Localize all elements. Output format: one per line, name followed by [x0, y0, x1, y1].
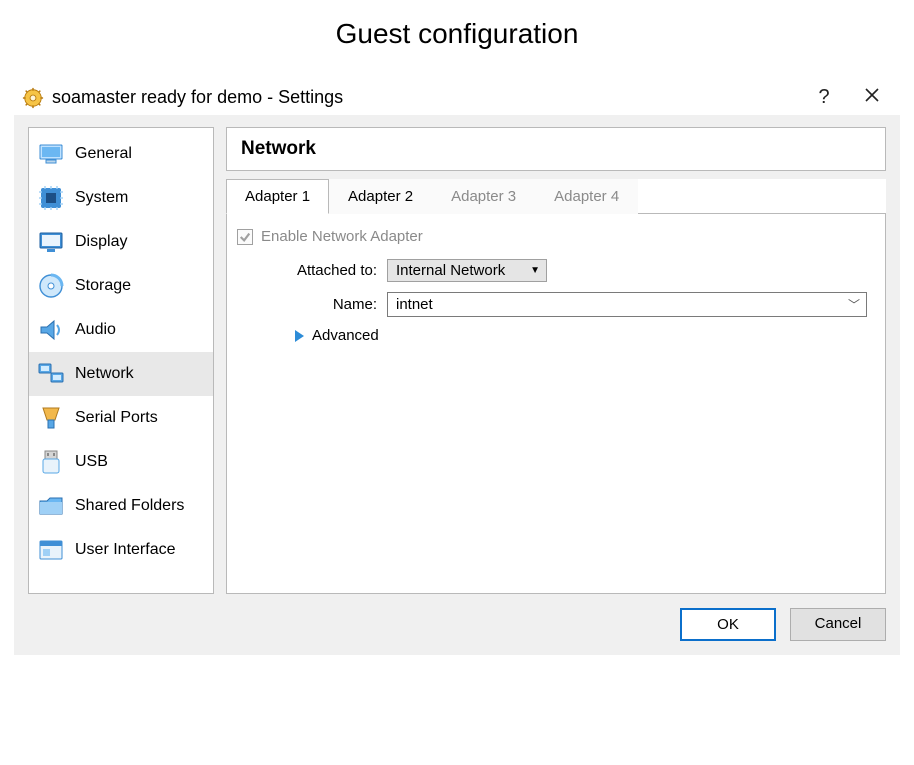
sidebar-item-label: System — [75, 189, 128, 207]
sidebar-item-label: Storage — [75, 277, 131, 295]
general-icon — [37, 140, 65, 168]
usb-icon — [37, 448, 65, 476]
chevron-down-icon: ▼ — [530, 265, 540, 276]
attached-to-dropdown[interactable]: Internal Network ▼ — [387, 259, 547, 282]
enable-adapter-checkbox[interactable] — [237, 229, 253, 245]
sidebar-item-storage[interactable]: Storage — [29, 264, 213, 308]
display-icon — [37, 228, 65, 256]
content-area: Network Adapter 1 Adapter 2 Adapter 3 Ad… — [226, 127, 886, 594]
sidebar-item-label: Serial Ports — [75, 409, 158, 427]
name-label: Name: — [237, 296, 387, 313]
help-button[interactable]: ? — [804, 86, 844, 109]
sidebar-item-label: Audio — [75, 321, 116, 339]
dialog-body: General System Display — [14, 115, 900, 655]
sidebar-item-usb[interactable]: USB — [29, 440, 213, 484]
tab-adapter-2[interactable]: Adapter 2 — [329, 179, 432, 214]
close-button[interactable] — [852, 86, 892, 109]
ok-button[interactable]: OK — [680, 608, 776, 641]
user-interface-icon — [37, 536, 65, 564]
shared-folders-icon — [37, 492, 65, 520]
sidebar-item-label: User Interface — [75, 541, 175, 559]
dialog-buttons: OK Cancel — [28, 608, 886, 641]
sidebar-item-label: USB — [75, 453, 108, 471]
chevron-down-icon: ﹀ — [848, 296, 860, 313]
adapter-panel: Enable Network Adapter Attached to: Inte… — [226, 214, 886, 594]
enable-adapter-label: Enable Network Adapter — [261, 228, 423, 245]
page-heading: Guest configuration — [0, 18, 914, 50]
sidebar-item-general[interactable]: General — [29, 132, 213, 176]
attached-to-label: Attached to: — [237, 262, 387, 279]
tab-adapter-3: Adapter 3 — [432, 179, 535, 214]
sidebar-item-audio[interactable]: Audio — [29, 308, 213, 352]
sidebar-item-serial-ports[interactable]: Serial Ports — [29, 396, 213, 440]
tab-adapter-1[interactable]: Adapter 1 — [226, 179, 329, 214]
cancel-button[interactable]: Cancel — [790, 608, 886, 641]
titlebar: soamaster ready for demo - Settings ? — [0, 80, 914, 115]
sidebar-item-display[interactable]: Display — [29, 220, 213, 264]
network-name-combo[interactable]: intnet ﹀ — [387, 292, 867, 317]
sidebar-item-system[interactable]: System — [29, 176, 213, 220]
network-icon — [37, 360, 65, 388]
settings-gear-icon — [22, 87, 44, 109]
attached-to-value: Internal Network — [396, 262, 505, 279]
advanced-toggle[interactable]: Advanced — [295, 327, 867, 344]
sidebar-item-label: Shared Folders — [75, 497, 184, 515]
adapter-tabs: Adapter 1 Adapter 2 Adapter 3 Adapter 4 — [226, 179, 886, 214]
sidebar-item-user-interface[interactable]: User Interface — [29, 528, 213, 572]
sidebar-item-label: Network — [75, 365, 134, 383]
category-sidebar: General System Display — [28, 127, 214, 594]
window-title: soamaster ready for demo - Settings — [52, 87, 796, 108]
system-icon — [37, 184, 65, 212]
tab-adapter-4: Adapter 4 — [535, 179, 638, 214]
sidebar-item-shared-folders[interactable]: Shared Folders — [29, 484, 213, 528]
audio-icon — [37, 316, 65, 344]
sidebar-item-label: General — [75, 145, 132, 163]
storage-icon — [37, 272, 65, 300]
serial-ports-icon — [37, 404, 65, 432]
network-name-value: intnet — [396, 296, 433, 313]
sidebar-item-network[interactable]: Network — [29, 352, 213, 396]
section-title: Network — [226, 127, 886, 171]
advanced-label: Advanced — [312, 327, 379, 344]
sidebar-item-label: Display — [75, 233, 127, 251]
triangle-right-icon — [295, 330, 304, 342]
